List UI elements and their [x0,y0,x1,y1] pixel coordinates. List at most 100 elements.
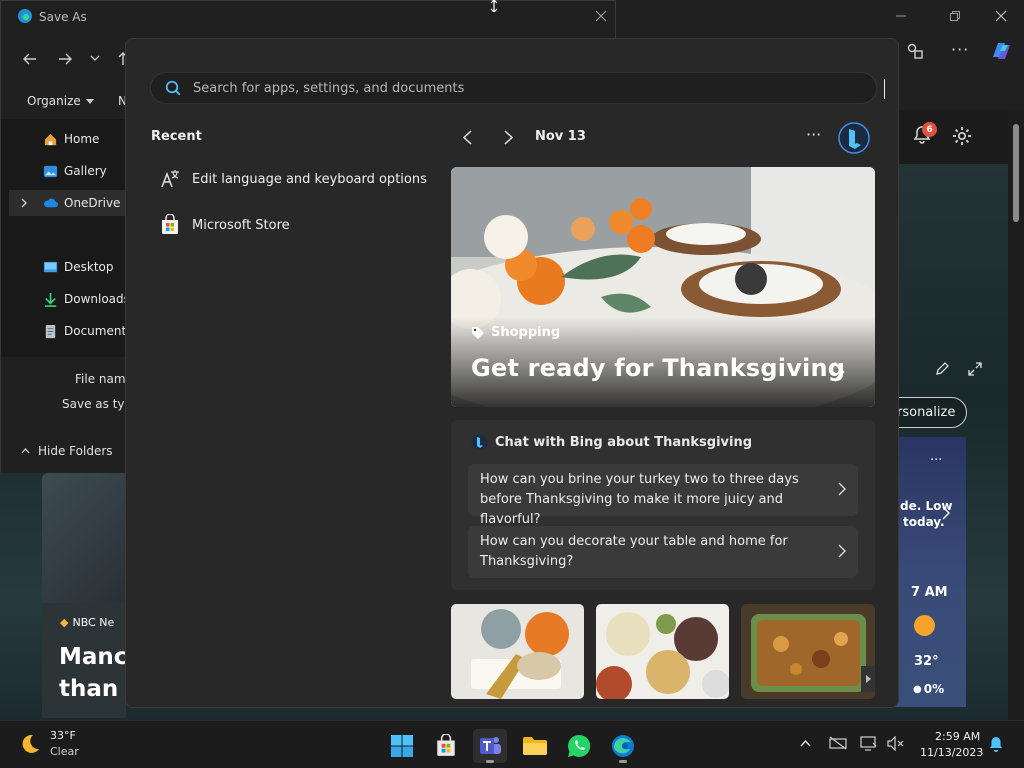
hero-category-label: Shopping [491,325,561,340]
taskbar-clock-time[interactable]: 2:59 AM [935,730,980,743]
settings-gear-icon[interactable] [951,125,973,147]
edit-icon[interactable] [935,362,949,376]
more-options-icon[interactable]: ··· [806,125,821,144]
hero-title: Get ready for Thanksgiving [471,354,846,382]
tree-item-downloads[interactable]: Downloads [43,288,130,310]
tree-item-gallery[interactable]: Gallery [43,160,107,182]
close-icon[interactable] [978,0,1024,32]
restore-button[interactable] [932,0,978,32]
hide-folders-label: Hide Folders [38,444,113,458]
volume-muted-icon[interactable] [887,736,905,751]
news-card[interactable]: ◆ NBC Ne Manch than B [42,473,126,718]
start-button[interactable] [385,729,419,763]
chevron-right-icon[interactable] [942,506,950,520]
bing-icon [471,434,488,451]
more-options-icon[interactable]: ··· [951,40,969,59]
tree-item-label: OneDrive [64,196,121,210]
weather-precip: ● 0% [913,682,944,696]
extensions-icon[interactable] [906,42,924,60]
minimize-button[interactable] [878,0,924,32]
chevron-right-icon [838,482,846,496]
edge-scrollbar[interactable] [1008,110,1024,720]
folder-icon [523,737,547,755]
tree-item-home[interactable]: Home [43,128,99,150]
bing-chat-heading-label: Chat with Bing about Thanksgiving [495,435,753,450]
tree-item-onedrive[interactable]: OneDrive [43,192,120,214]
taskbar-clock-date[interactable]: 11/13/2023 [920,746,983,759]
search-box[interactable] [150,72,885,104]
news-headline: Manch than B [59,641,126,705]
gallery-icon [43,165,58,177]
back-arrow-icon[interactable] [23,53,37,65]
taskbar-edge[interactable] [606,729,640,763]
moon-weather-icon[interactable] [18,732,42,756]
dialog-close-icon[interactable] [595,10,607,22]
thumbnail-side-dishes[interactable] [596,604,729,699]
highlights-date: Nov 13 [535,129,586,144]
next-chevron-icon[interactable] [504,130,513,145]
notification-bell-icon[interactable] [988,736,1004,753]
scrollbar-thumb[interactable] [1013,124,1019,222]
edge-title-bar [616,0,1024,32]
bing-question-brine-turkey[interactable]: How can you brine your turkey two to thr… [468,464,858,527]
taskbar-whatsapp[interactable] [562,729,596,763]
previous-chevron-icon[interactable] [463,130,472,145]
taskbar-weather-temp[interactable]: 33°F [50,729,76,742]
bing-chat-heading: Chat with Bing about Thanksgiving [471,434,752,451]
thumbnail-thankful-pumpkin[interactable] [451,604,584,699]
taskbar-microsoft-store[interactable] [429,729,463,763]
taskbar-file-explorer[interactable] [518,729,552,763]
recent-locations-chevron-icon[interactable] [90,55,100,63]
chevron-right-icon [838,544,846,558]
network-disconnected-icon[interactable] [829,736,847,750]
recent-item-label: Edit language and keyboard options [192,171,427,187]
forward-arrow-icon[interactable] [58,53,72,65]
bing-chat-card: Chat with Bing about Thanksgiving How ca… [451,420,875,590]
notification-count-badge: 6 [922,122,937,137]
running-indicator [486,760,494,763]
microsoft-store-icon [162,214,178,234]
weather-hour-temp: 32° [914,654,939,669]
hide-folders-toggle[interactable]: Hide Folders [21,444,113,458]
download-arrow-icon [44,292,57,307]
expand-icon[interactable] [968,362,982,376]
taskbar: 33°F Clear 2:59 AM 11/13/2023 [0,720,1024,768]
dialog-title: Save As [39,10,87,24]
hero-category: Shopping [471,325,560,340]
thumbnail-casserole[interactable] [741,604,875,699]
document-icon [45,324,56,338]
recent-item-microsoft-store[interactable]: Microsoft Store [159,210,290,240]
news-headline-line2: than B [59,676,126,702]
weather-more-icon[interactable]: ··· [930,453,942,468]
windows-logo-icon [391,735,413,757]
display-icon[interactable] [860,736,878,751]
tree-item-label: Gallery [64,164,107,178]
expand-chevron-icon[interactable] [21,198,28,208]
edge-logo-icon [17,8,33,24]
recent-item-language-settings[interactable]: Edit language and keyboard options [159,164,427,194]
search-input[interactable] [193,80,876,96]
teams-icon [480,737,501,754]
tree-item-documents[interactable]: Documents [43,320,132,342]
copilot-icon[interactable] [989,39,1013,63]
hero-card-thanksgiving[interactable]: Shopping Get ready for Thanksgiving [451,167,875,407]
taskbar-weather-condition[interactable]: Clear [50,745,79,758]
question-text: How can you decorate your table and home… [480,534,788,569]
news-image [42,473,126,603]
hero-chevron-right-icon[interactable] [833,361,845,383]
weather-hour: 7 AM [911,585,948,600]
search-icon [165,80,181,96]
show-hidden-icons-chevron[interactable] [800,740,811,747]
edge-browser-icon [612,735,634,757]
tree-item-label: Home [64,132,100,146]
taskbar-teams[interactable] [473,729,507,763]
onedrive-cloud-icon [44,198,58,207]
caret-right-icon [865,675,871,683]
scroll-right-button[interactable] [861,666,875,692]
bing-logo-icon[interactable] [838,122,870,154]
news-source: ◆ NBC Ne [60,616,114,629]
organize-menu[interactable]: Organize [27,94,94,108]
tree-item-desktop[interactable]: Desktop [43,256,114,278]
language-settings-icon [161,170,179,188]
bing-question-decorate-table[interactable]: How can you decorate your table and home… [468,526,858,578]
